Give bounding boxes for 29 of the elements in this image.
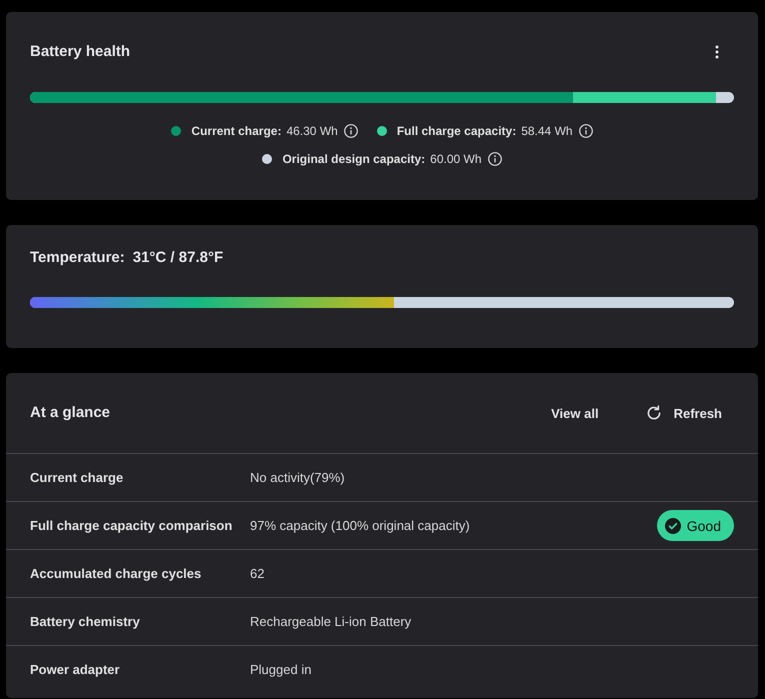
refresh-icon [646, 405, 662, 421]
temperature-label: Temperature: [30, 248, 125, 268]
refresh-button[interactable]: Refresh [634, 395, 734, 431]
row-value: Rechargeable Li-ion Battery [250, 614, 412, 629]
legend-value: 58.44 Wh [521, 124, 573, 138]
row-value: 97% capacity (100% original capacity) [250, 518, 471, 533]
info-icon[interactable] [578, 124, 593, 138]
row-value: Plugged in [250, 662, 312, 677]
check-circle-icon [664, 518, 681, 534]
card-title: Battery health [30, 42, 130, 62]
row-value: 62 [250, 566, 266, 581]
legend-label: Current charge: [191, 124, 282, 138]
legend-value: 46.30 Wh [286, 124, 338, 138]
info-icon[interactable] [488, 152, 502, 166]
text-link[interactable]: View all [539, 395, 611, 431]
legend-label: Full charge capacity: [396, 124, 516, 138]
card-title: At a glance [30, 403, 112, 423]
row-label: Full charge capacity comparison [30, 518, 234, 533]
row-label: Accumulated charge cycles [30, 566, 202, 581]
row-label: Power adapter [30, 662, 121, 677]
row-label: Current charge [30, 470, 124, 485]
more-options-icon[interactable] [715, 45, 719, 59]
legend-label: Original design capacity: [282, 152, 426, 166]
legend-value: 60.00 Wh [430, 152, 482, 166]
row-value: No activity(79%) [250, 470, 346, 485]
status-label: Good [686, 518, 721, 534]
temperature-value: 31°C / 87.8°F [132, 248, 224, 268]
row-label: Battery chemistry [30, 614, 141, 629]
info-icon[interactable] [344, 124, 358, 138]
